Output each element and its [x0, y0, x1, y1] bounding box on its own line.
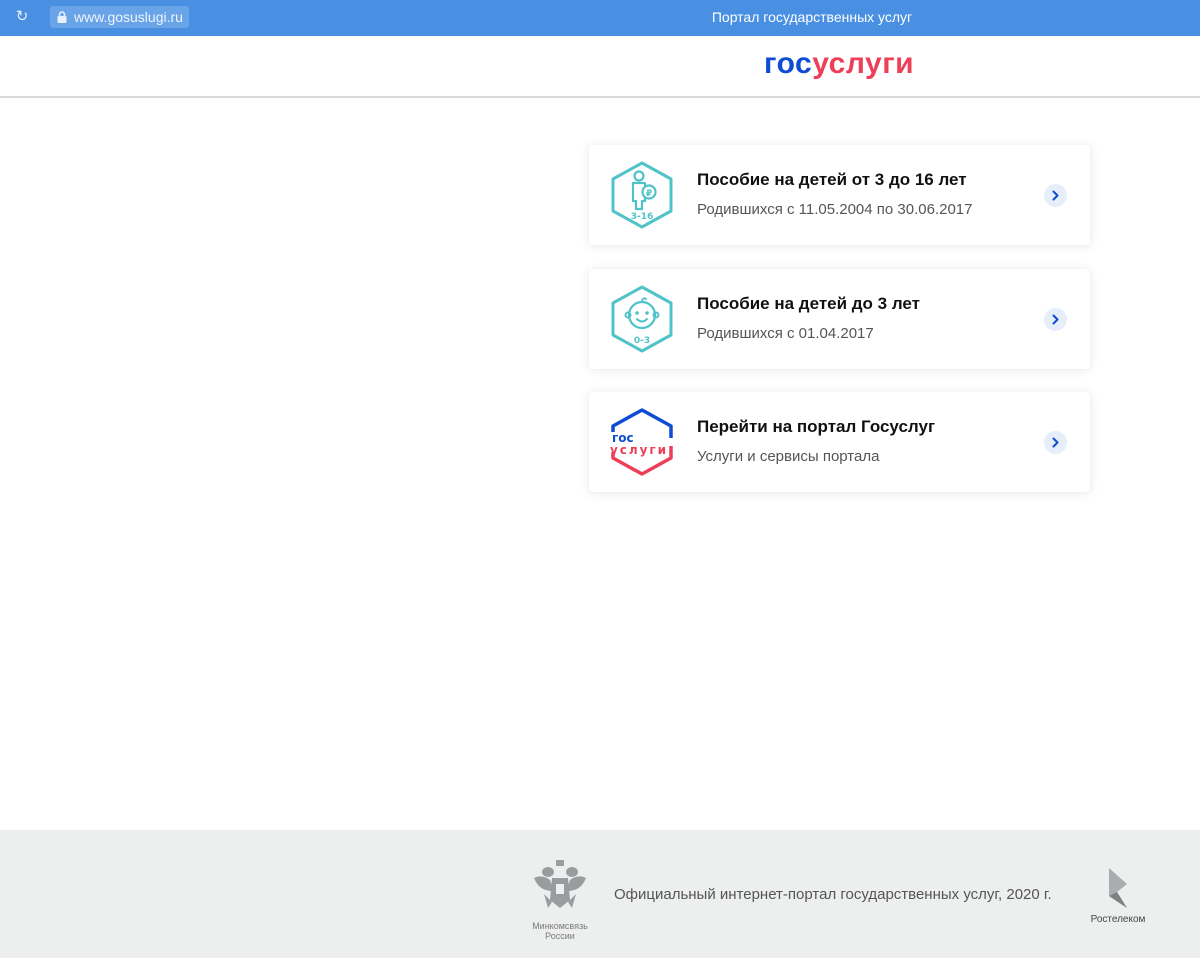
card-subtitle: Родившихся с 11.05.2004 по 30.06.2017 [697, 201, 973, 218]
card-title: Пособие на детей до 3 лет [697, 294, 920, 313]
site-header: госуслуги [0, 36, 1200, 98]
card-title: Пособие на детей от 3 до 16 лет [697, 170, 967, 189]
double-headed-eagle-icon [534, 860, 586, 908]
card-subtitle: Услуги и сервисы портала [697, 448, 880, 465]
card-benefit-0-3[interactable]: 0-3 Пособие на детей до 3 лет Родившихся… [589, 269, 1090, 369]
ministry-country: России [545, 931, 575, 941]
card-gosuslugi-portal[interactable]: гос услуги Перейти на портал Госуслуг Ус… [589, 392, 1090, 492]
gosuslugi-logo[interactable]: госуслуги [764, 46, 914, 82]
gosuslugi-logo-icon: гос услуги [610, 408, 673, 476]
browser-bar: ↻ www.gosuslugi.ru Портал государственны… [0, 0, 1200, 36]
logo-part-gos: гос [764, 47, 813, 80]
ministry-name: Минкомсвязь [532, 921, 588, 931]
chevron-right-icon[interactable] [1044, 431, 1067, 454]
window-title: Портал государственных услуг [711, 9, 913, 25]
icon-text-uslugi: услуги [610, 443, 666, 457]
icon-age-label: 3-16 [631, 212, 654, 222]
logo-part-uslugi: услуги [812, 47, 915, 80]
card-subtitle: Родившихся с 01.04.2017 [697, 325, 874, 342]
rostelecom-logo[interactable]: Ростелеком [1080, 866, 1156, 936]
chevron-right-icon[interactable] [1044, 308, 1067, 331]
child-ruble-icon: ₽ 3-16 [611, 161, 673, 229]
site-footer: Минкомсвязь России Официальный интернет-… [0, 830, 1200, 958]
rostelecom-icon [1109, 868, 1127, 908]
card-title: Перейти на портал Госуслуг [697, 417, 936, 436]
ministry-emblem[interactable]: Минкомсвязь России [528, 858, 592, 941]
svg-text:₽: ₽ [646, 189, 652, 199]
operator-name: Ростелеком [1090, 914, 1146, 925]
chevron-right-icon[interactable] [1044, 184, 1067, 207]
baby-face-icon: 0-3 [611, 285, 673, 353]
icon-age-label: 0-3 [634, 336, 650, 346]
footer-copyright: Официальный интернет-портал государствен… [614, 886, 1052, 903]
card-benefit-3-16[interactable]: ₽ 3-16 Пособие на детей от 3 до 16 лет Р… [589, 145, 1090, 245]
